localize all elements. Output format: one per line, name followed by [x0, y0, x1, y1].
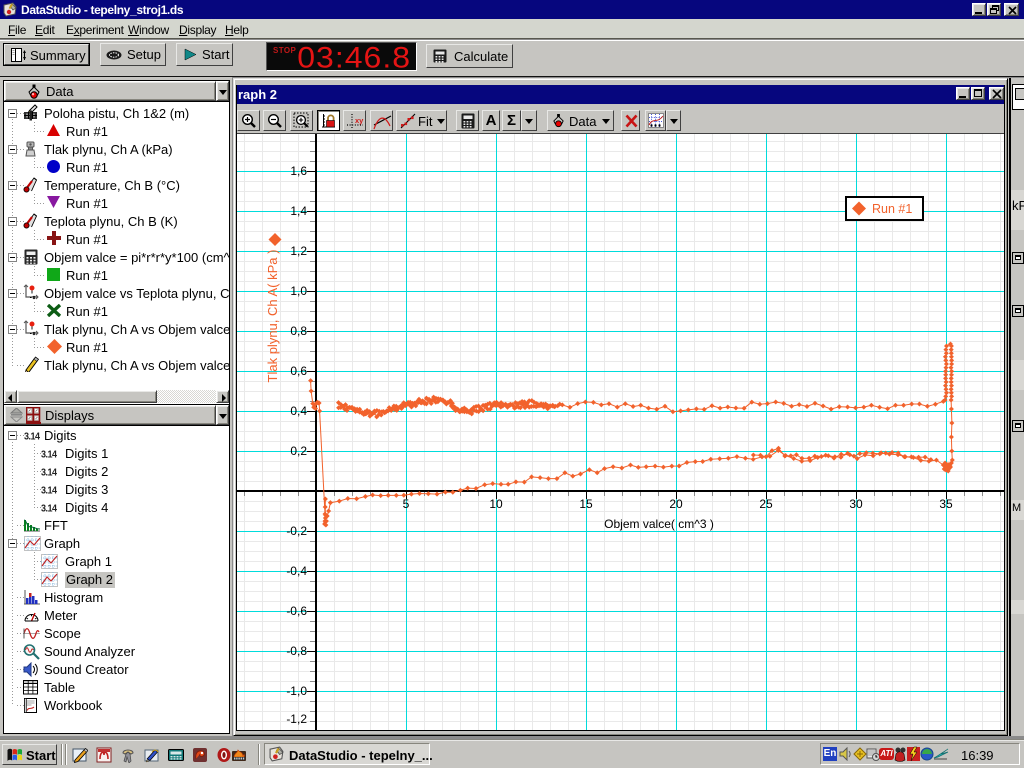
svg-text:35: 35 — [939, 497, 953, 511]
svg-text:0,2: 0,2 — [290, 444, 307, 458]
svg-text:-1,2: -1,2 — [286, 712, 307, 726]
svg-text:1,4: 1,4 — [290, 204, 307, 218]
svg-text:25: 25 — [759, 497, 773, 511]
svg-text:1,6: 1,6 — [290, 164, 307, 178]
svg-text:xy: xy — [355, 116, 364, 125]
svg-text:Tlak plynu, Ch A( kPa ): Tlak plynu, Ch A( kPa ) — [265, 250, 280, 383]
svg-text:1,2: 1,2 — [290, 244, 307, 258]
svg-text:-1,0: -1,0 — [286, 684, 307, 698]
svg-text:-0,6: -0,6 — [286, 604, 307, 618]
svg-text:-0,2: -0,2 — [286, 524, 307, 538]
svg-text:Objem valce( cm^3 ): Objem valce( cm^3 ) — [604, 517, 714, 531]
svg-text:0,6: 0,6 — [290, 364, 307, 378]
svg-text:10: 10 — [489, 497, 503, 511]
svg-text:5: 5 — [403, 497, 410, 511]
svg-text:30: 30 — [849, 497, 863, 511]
svg-text:15: 15 — [579, 497, 593, 511]
svg-text:-0,8: -0,8 — [286, 644, 307, 658]
svg-text:1,0: 1,0 — [290, 284, 307, 298]
svg-text:Run #1: Run #1 — [872, 202, 912, 216]
svg-text:0,4: 0,4 — [290, 404, 307, 418]
svg-text:-0,4: -0,4 — [286, 564, 307, 578]
svg-text:0,8: 0,8 — [290, 324, 307, 338]
svg-text:20: 20 — [669, 497, 683, 511]
